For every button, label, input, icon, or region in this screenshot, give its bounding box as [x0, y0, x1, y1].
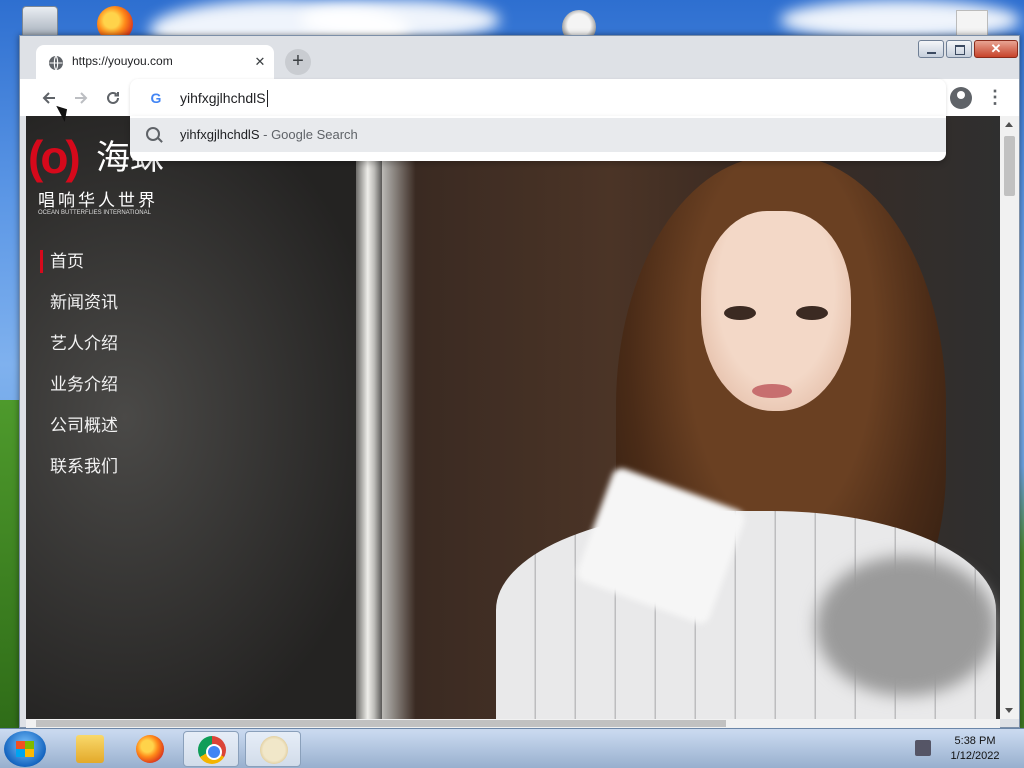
logo-slogan: 唱响华人世界	[38, 191, 158, 210]
chrome-icon	[198, 736, 226, 764]
search-icon	[146, 127, 160, 141]
logo-mark: (o)	[28, 131, 81, 183]
firefox-icon	[136, 735, 164, 763]
suggestion-query: yihfxgjlhchdlS	[180, 127, 260, 142]
tab-strip: https://youyou.com ✕ + ✕	[20, 36, 1019, 79]
tab-youyou[interactable]: https://youyou.com ✕	[36, 45, 274, 79]
site-nav: 首页 新闻资讯 艺人介绍 业务介绍 公司概述 联系我们	[40, 241, 190, 487]
overlay-blot	[816, 556, 996, 696]
taskbar: 5:38 PM 1/12/2022	[0, 728, 1024, 768]
nav-item-artists[interactable]: 艺人介绍	[40, 323, 190, 364]
browser-toolbar: G yihfxgjlhchdlS ⋮	[20, 79, 1019, 117]
new-tab-button[interactable]: +	[285, 49, 311, 75]
google-g-icon: G	[150, 90, 162, 106]
hero-photo-eye	[796, 306, 828, 320]
omnibox[interactable]: G yihfxgjlhchdlS	[130, 79, 946, 117]
reload-button[interactable]	[99, 84, 127, 112]
taskbar-paint[interactable]	[245, 731, 301, 767]
nav-item-news[interactable]: 新闻资讯	[40, 282, 190, 323]
hero-photo-lips	[752, 384, 792, 398]
tray-network-icon[interactable]	[915, 740, 931, 756]
taskbar-chrome[interactable]	[183, 731, 239, 767]
nav-item-contact[interactable]: 联系我们	[40, 446, 190, 487]
window-close-button[interactable]: ✕	[974, 40, 1018, 58]
scroll-up-icon[interactable]	[1005, 122, 1013, 127]
nav-item-about[interactable]: 公司概述	[40, 405, 190, 446]
background-pillar	[356, 116, 382, 719]
nav-item-business[interactable]: 业务介绍	[40, 364, 190, 405]
minimize-button[interactable]	[918, 40, 944, 58]
kebab-menu-icon[interactable]: ⋮	[986, 85, 1004, 111]
paint-palette-icon	[260, 736, 288, 764]
page-viewport: (o) 海蛛 唱响华人世界 OCEAN BUTTERFLIES INTERNAT…	[26, 116, 1000, 719]
omnibox-dropdown: yihfxgjlhchdlS - Google Search	[130, 116, 946, 161]
folder-icon	[76, 735, 104, 763]
cloud	[300, 0, 500, 40]
suggestion-text: yihfxgjlhchdlS - Google Search	[180, 127, 358, 142]
suggestion-engine: Google Search	[271, 127, 358, 142]
suggestion-separator: -	[259, 127, 272, 142]
forward-button[interactable]	[67, 84, 95, 112]
tab-title: https://youyou.com	[72, 54, 173, 68]
clock[interactable]: 5:38 PM 1/12/2022	[940, 734, 1010, 764]
back-arrow-icon	[42, 92, 55, 104]
reload-icon	[107, 91, 119, 104]
tab-close-icon[interactable]: ✕	[250, 52, 270, 72]
taskbar-firefox[interactable]	[122, 731, 178, 767]
hero-photo-eye	[724, 306, 756, 320]
logo-english: OCEAN BUTTERFLIES INTERNATIONAL	[38, 210, 151, 216]
profile-icon[interactable]	[950, 87, 972, 109]
taskbar-explorer[interactable]	[62, 731, 118, 767]
horizontal-scrollbar[interactable]	[26, 719, 1000, 728]
globe-icon	[49, 55, 63, 71]
search-suggestion[interactable]: yihfxgjlhchdlS - Google Search	[130, 118, 946, 152]
chrome-window: https://youyou.com ✕ + ✕ G yihfxgjlhchdl…	[19, 35, 1020, 728]
vertical-scrollbar[interactable]	[1000, 116, 1019, 719]
maximize-button[interactable]	[946, 40, 972, 58]
horizontal-scrollbar-thumb[interactable]	[36, 720, 726, 727]
clock-date: 1/12/2022	[950, 750, 1000, 762]
scrollbar-thumb[interactable]	[1004, 136, 1015, 196]
forward-arrow-icon	[75, 92, 88, 104]
scroll-down-icon[interactable]	[1005, 708, 1013, 713]
clock-time: 5:38 PM	[954, 735, 996, 747]
omnibox-input[interactable]: yihfxgjlhchdlS	[180, 90, 268, 107]
nav-item-home[interactable]: 首页	[40, 241, 190, 282]
start-button[interactable]	[4, 731, 46, 767]
